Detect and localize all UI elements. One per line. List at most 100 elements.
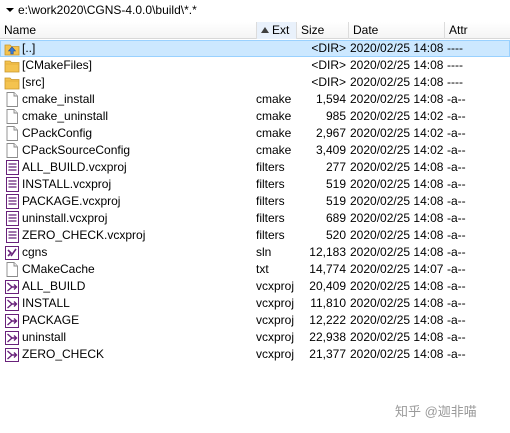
file-row[interactable]: [src] <DIR> 2020/02/25 14:08 ---- [0, 74, 510, 91]
file-name: cmake_install [22, 92, 95, 106]
file-name: ALL_BUILD [22, 279, 86, 293]
file-row[interactable]: CPackSourceConfig cmake 3,409 2020/02/25 14… [0, 142, 510, 159]
file-attr: -a-- [447, 313, 466, 327]
file-ext: cmake [256, 92, 292, 106]
file-name: [CMakeFiles] [22, 58, 93, 72]
file-row[interactable]: CMakeCache txt 14,774 2020/02/25 14:07 -a-- [0, 261, 510, 278]
file-row[interactable]: cgns sln 12,183 2020/02/25 14:08 -a-- [0, 244, 510, 261]
file-icon [4, 125, 20, 142]
file-ext: filters [256, 160, 285, 174]
file-ext: cmake [256, 126, 292, 140]
parent-dir-icon [4, 40, 20, 57]
file-row[interactable]: ALL_BUILD.vcxproj filters 277 2020/02/25 14… [0, 159, 510, 176]
file-row[interactable]: INSTALL.vcxproj filters 519 2020/02/25 14:0… [0, 176, 510, 193]
file-ext: cmake [256, 143, 292, 157]
folder-icon [4, 57, 20, 74]
file-size: 1,594 [315, 92, 346, 106]
file-row[interactable]: [..] <DIR> 2020/02/25 14:08 ---- [0, 40, 510, 57]
file-size: 21,377 [309, 347, 346, 361]
file-name: CPackSourceConfig [22, 143, 131, 157]
column-ext-header[interactable]: Ext [257, 22, 297, 39]
file-row[interactable]: cmake_uninstall cmake 985 2020/02/25 14:02-… [0, 108, 510, 125]
column-attr-label: Attr [449, 23, 468, 37]
column-size-header[interactable]: Size [297, 22, 349, 39]
file-ext: sln [256, 245, 272, 259]
column-header: Name Ext Size Date Attr [0, 22, 510, 39]
file-date: 2020/02/25 14:08 [350, 211, 444, 225]
folder-icon [4, 74, 20, 91]
file-ext: vcxproj [256, 330, 295, 344]
file-date: 2020/02/25 14:08 [350, 330, 444, 344]
sort-ascending-icon [261, 27, 269, 33]
file-date: 2020/02/25 14:08 [350, 160, 444, 174]
file-name: INSTALL.vcxproj [22, 177, 112, 191]
file-date: 2020/02/25 14:08 [350, 177, 444, 191]
file-ext: vcxproj [256, 296, 295, 310]
file-date: 2020/02/25 14:08 [350, 75, 444, 89]
file-name: INSTALL [22, 296, 70, 310]
file-name: [..] [22, 41, 36, 55]
file-row[interactable]: ZERO_CHECK.vcxproj filters 520 2020/02/25 1… [0, 227, 510, 244]
file-ext: vcxproj [256, 313, 295, 327]
column-size-label: Size [301, 23, 325, 37]
file-size: 520 [325, 228, 346, 242]
file-name: cgns [22, 245, 48, 259]
file-icon [4, 261, 20, 278]
file-row[interactable]: uninstall.vcxproj filters 689 2020/02/25 14… [0, 210, 510, 227]
file-attr: -a-- [447, 330, 466, 344]
watermark: 知乎 @迦非喵 [395, 400, 507, 420]
file-row[interactable]: CPackConfig cmake 2,967 2020/02/25 14:02 -a-… [0, 125, 510, 142]
file-date: 2020/02/25 14:08 [350, 296, 444, 310]
file-attr: -a-- [447, 296, 466, 310]
file-attr: -a-- [447, 347, 466, 361]
file-ext: txt [256, 262, 269, 276]
file-attr: ---- [447, 58, 463, 72]
solution-icon [4, 244, 20, 261]
chevron-down-icon[interactable] [4, 4, 16, 16]
file-size: 519 [325, 177, 346, 191]
vcxproj-filters-icon [4, 210, 20, 227]
column-attr-header[interactable]: Attr [445, 22, 510, 39]
file-row[interactable]: [CMakeFiles] <DIR> 2020/02/25 14:08 ---- [0, 57, 510, 74]
file-row[interactable]: uninstall vcxproj 22,938 2020/02/25 14:08 -a… [0, 329, 510, 346]
file-row[interactable]: cmake_install cmake 1,594 2020/02/25 14:08-… [0, 91, 510, 108]
column-name-label: Name [4, 23, 37, 37]
file-attr: -a-- [447, 245, 466, 259]
file-ext: vcxproj [256, 279, 295, 293]
file-icon [4, 108, 20, 125]
file-attr: ---- [447, 75, 463, 89]
watermark-text: 知乎 @迦非喵 [395, 403, 477, 419]
file-ext: vcxproj [256, 347, 295, 361]
file-row[interactable]: PACKAGE vcxproj 12,222 2020/02/25 14:08 -a-- [0, 312, 510, 329]
file-ext: cmake [256, 109, 292, 123]
file-size: 12,222 [309, 313, 346, 327]
vcxproj-filters-icon [4, 159, 20, 176]
path-bar[interactable]: e:\work2020\CGNS-4.0.0\build\*.* [0, 0, 510, 20]
file-name: [src] [22, 75, 45, 89]
vcxproj-filters-icon [4, 176, 20, 193]
file-size: 277 [325, 160, 346, 174]
file-size: 20,409 [309, 279, 346, 293]
file-size: 12,183 [309, 245, 346, 259]
file-size: 689 [325, 211, 346, 225]
file-size: <DIR> [311, 75, 346, 89]
file-size: 3,409 [315, 143, 346, 157]
file-attr: -a-- [447, 143, 466, 157]
file-attr: ---- [447, 41, 463, 55]
column-date-header[interactable]: Date [349, 22, 445, 39]
file-name: ZERO_CHECK.vcxproj [22, 228, 146, 242]
column-name-header[interactable]: Name [0, 22, 257, 39]
file-attr: -a-- [447, 211, 466, 225]
file-row[interactable]: INSTALL vcxproj 11,810 2020/02/25 14:08 -a-- [0, 295, 510, 312]
file-name: CMakeCache [22, 262, 95, 276]
file-row[interactable]: ALL_BUILD vcxproj 20,409 2020/02/25 14:08 -a… [0, 278, 510, 295]
file-name: CPackConfig [22, 126, 93, 140]
file-row[interactable]: PACKAGE.vcxproj filters 519 2020/02/25 14:0… [0, 193, 510, 210]
vcxproj-icon [4, 312, 20, 329]
file-name: cmake_uninstall [22, 109, 109, 123]
file-date: 2020/02/25 14:08 [350, 279, 444, 293]
file-row[interactable]: ZERO_CHECK vcxproj 21,377 2020/02/25 14:08-… [0, 346, 510, 363]
vcxproj-filters-icon [4, 227, 20, 244]
file-attr: -a-- [447, 279, 466, 293]
file-attr: -a-- [447, 194, 466, 208]
